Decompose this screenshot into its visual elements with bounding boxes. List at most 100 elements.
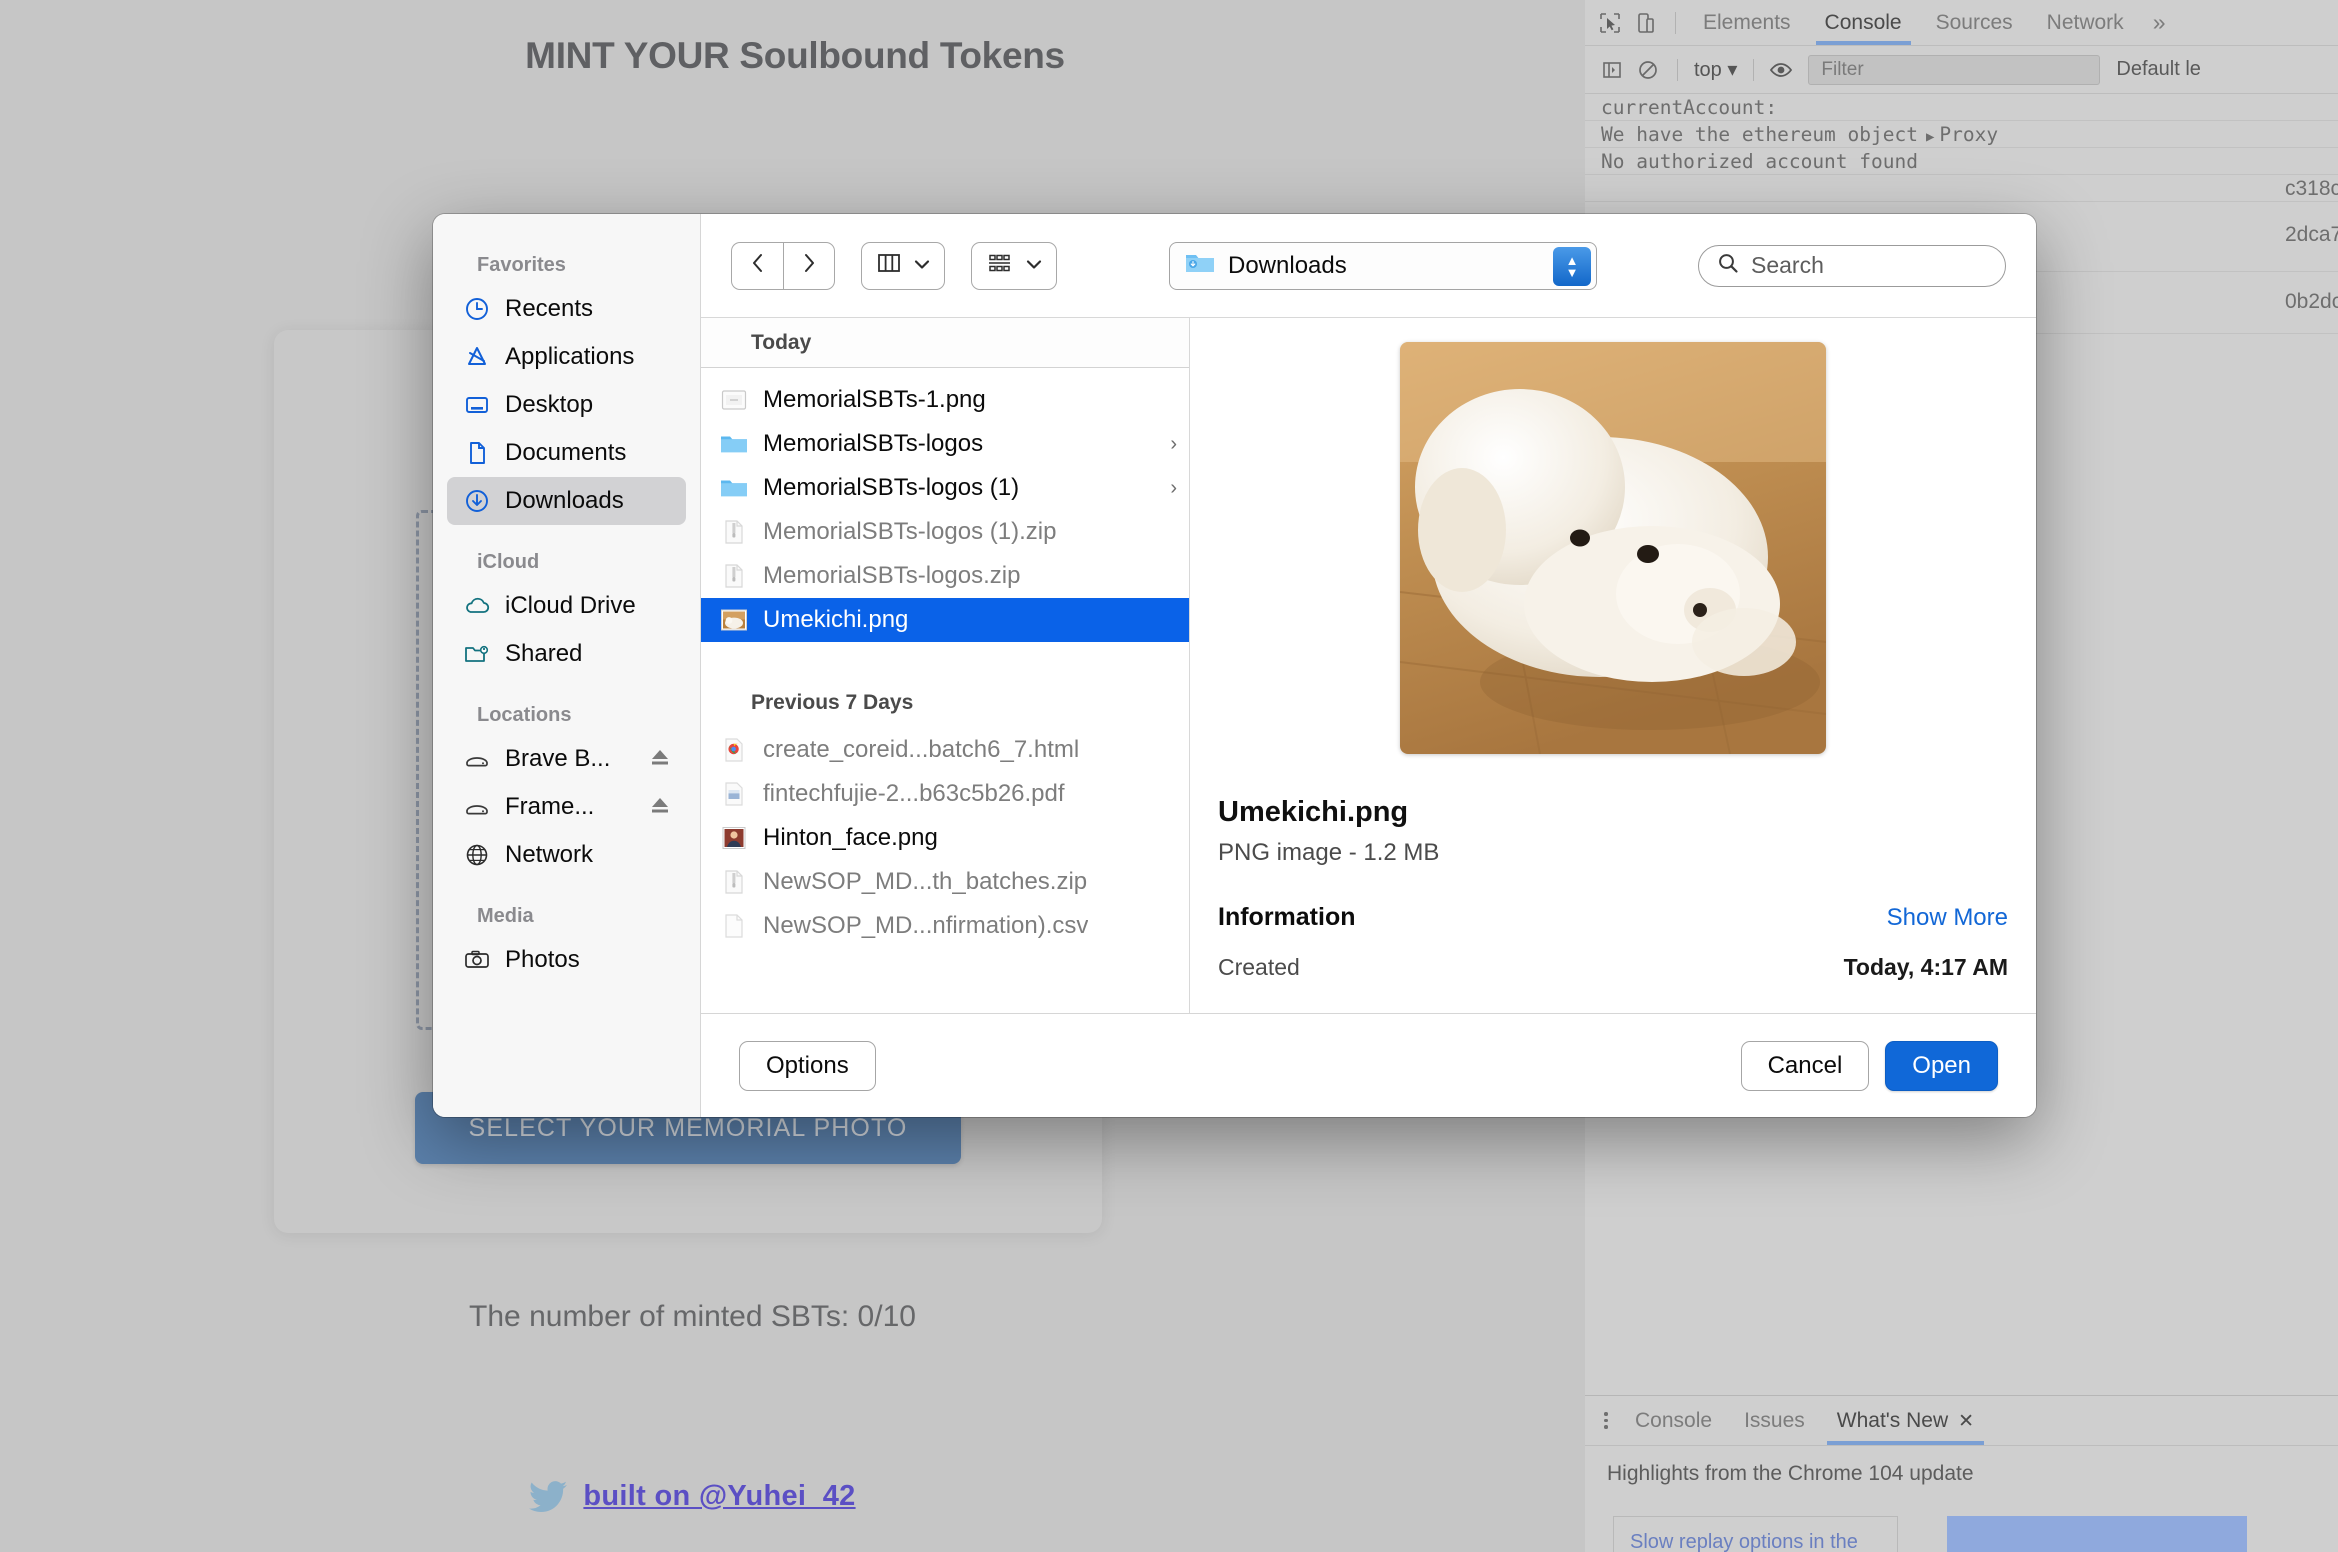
- navigation-segment: [731, 241, 835, 290]
- console-message-text: 0b2dca766c4452: [2285, 290, 2338, 313]
- file-name: create_coreid...batch6_7.html: [763, 736, 1080, 763]
- clear-console-icon[interactable]: [1631, 53, 1665, 87]
- devtools-tab-console[interactable]: Console: [1808, 0, 1919, 45]
- console-sidebar-icon[interactable]: [1595, 53, 1629, 87]
- sidebar-item-desktop[interactable]: Desktop: [447, 381, 686, 429]
- console-message-object[interactable]: Proxy: [1939, 123, 1998, 146]
- sidebar-item-network[interactable]: Network: [447, 831, 686, 879]
- close-icon[interactable]: ✕: [1958, 1411, 1974, 1432]
- sidebar-item-recents[interactable]: Recents: [447, 285, 686, 333]
- downloads-icon: [463, 487, 491, 515]
- file-list[interactable]: Today MemorialSBTs-1.png MemorialSBTs-lo…: [701, 318, 1190, 1013]
- file-name: fintechfujie-2...b63c5b26.pdf: [763, 780, 1065, 807]
- path-popup-button[interactable]: Downloads ▲ ▼: [1169, 241, 1597, 290]
- list-item[interactable]: Hinton_face.png: [701, 816, 1189, 860]
- whats-new-card-title: Slow replay options in the: [1630, 1531, 1858, 1552]
- console-log-levels[interactable]: Default le: [2116, 58, 2201, 81]
- sidebar-item-documents[interactable]: Documents: [447, 429, 686, 477]
- file-name: Umekichi.png: [763, 606, 909, 633]
- search-placeholder: Search: [1751, 252, 1824, 278]
- list-item[interactable]: Umekichi.png: [701, 598, 1189, 642]
- dialog-sidebar: Favorites Recents Applications Desktop D…: [433, 214, 701, 1117]
- cancel-button[interactable]: Cancel: [1740, 1040, 1870, 1091]
- desktop-icon: [463, 391, 491, 419]
- list-item[interactable]: NewSOP_MD...nfirmation).csv: [701, 904, 1189, 948]
- sidebar-item-label: Network: [505, 841, 594, 868]
- sidebar-group-favorites-title: Favorites: [477, 254, 566, 276]
- list-item[interactable]: MemorialSBTs-logos ›: [701, 422, 1189, 466]
- chevron-left-icon: [750, 252, 766, 279]
- toolbar-divider: [1675, 11, 1676, 34]
- whats-new-highlight: Highlights from the Chrome 104 update: [1607, 1462, 1974, 1485]
- list-item[interactable]: MemorialSBTs-logos.zip: [701, 554, 1189, 598]
- sidebar-item-frame[interactable]: Frame...: [447, 783, 686, 831]
- devtools-tab-elements[interactable]: Elements: [1686, 0, 1808, 45]
- devtools-tab-network[interactable]: Network: [2030, 0, 2141, 45]
- list-item[interactable]: MemorialSBTs-logos (1) ›: [701, 466, 1189, 510]
- open-button[interactable]: Open: [1885, 1040, 1998, 1091]
- chevron-right-icon: [801, 252, 817, 279]
- applications-icon: [463, 343, 491, 371]
- whats-new-card[interactable]: Slow replay options in the: [1613, 1516, 1898, 1552]
- sidebar-item-brave-browser[interactable]: Brave B...: [447, 735, 686, 783]
- device-toolbar-icon[interactable]: [1629, 6, 1663, 40]
- console-message-text: 2dca766c4452: [2285, 223, 2338, 246]
- chevron-right-icon[interactable]: ›: [1170, 433, 1177, 456]
- path-popup-label: Downloads: [1228, 251, 1347, 279]
- file-name: MemorialSBTs-logos.zip: [763, 562, 1021, 589]
- camera-icon: [463, 946, 491, 974]
- forward-button[interactable]: [783, 241, 835, 290]
- devtools-tab-sources[interactable]: Sources: [1919, 0, 2030, 45]
- archive-file-icon: [719, 561, 749, 591]
- drawer-tab-console[interactable]: Console: [1619, 1396, 1728, 1445]
- console-filter-bar: top ▾ Filter Default le: [1585, 46, 2338, 94]
- folder-icon: [719, 473, 749, 503]
- dialog-body: Today MemorialSBTs-1.png MemorialSBTs-lo…: [701, 318, 2036, 1013]
- cloud-icon: [463, 592, 491, 620]
- drawer-tab-issues[interactable]: Issues: [1728, 1396, 1821, 1445]
- list-item[interactable]: MemorialSBTs-logos (1).zip: [701, 510, 1189, 554]
- console-context-selector[interactable]: top ▾: [1688, 57, 1743, 82]
- drawer-tabbar: Console Issues What's New ✕: [1585, 1396, 2338, 1446]
- list-item[interactable]: fintechfujie-2...b63c5b26.pdf: [701, 772, 1189, 816]
- eject-icon[interactable]: [648, 746, 672, 773]
- options-button[interactable]: Options: [739, 1040, 876, 1091]
- sidebar-item-icloud-drive[interactable]: iCloud Drive: [447, 582, 686, 630]
- view-mode-button[interactable]: [861, 241, 945, 290]
- chevron-down-icon: [914, 257, 930, 275]
- drawer-tab-label: What's New: [1836, 1409, 1949, 1432]
- file-name: MemorialSBTs-logos (1).zip: [763, 518, 1057, 545]
- back-button[interactable]: [731, 241, 783, 290]
- live-expression-eye-icon[interactable]: [1764, 53, 1798, 87]
- cursor-inspect-icon[interactable]: [1593, 6, 1627, 40]
- list-item[interactable]: MemorialSBTs-1.png: [701, 378, 1189, 422]
- preview-filename: Umekichi.png: [1218, 796, 1409, 828]
- drawer-tab-whats-new[interactable]: What's New ✕: [1821, 1396, 1990, 1445]
- sidebar-item-downloads[interactable]: Downloads: [447, 477, 686, 525]
- devtools-more-tabs-icon[interactable]: »: [2141, 9, 2178, 36]
- search-input[interactable]: Search: [1698, 244, 2006, 287]
- path-stepper-icon[interactable]: ▲ ▼: [1553, 246, 1591, 286]
- eject-icon[interactable]: [648, 794, 672, 821]
- chevron-right-icon[interactable]: ›: [1170, 477, 1177, 500]
- file-name: NewSOP_MD...th_batches.zip: [763, 868, 1088, 895]
- context-label: top: [1694, 59, 1722, 81]
- sidebar-item-shared[interactable]: Shared: [447, 630, 686, 678]
- show-more-link[interactable]: Show More: [1887, 904, 2008, 932]
- console-message-text: We have the ethereum object: [1601, 123, 1918, 146]
- list-item[interactable]: NewSOP_MD...th_batches.zip: [701, 860, 1189, 904]
- drawer-menu-icon[interactable]: [1593, 1412, 1619, 1429]
- console-filter-input[interactable]: Filter: [1808, 54, 2101, 85]
- folder-icon: [719, 429, 749, 459]
- console-message-text: currentAccount:: [1601, 96, 1778, 119]
- twitter-profile-link[interactable]: built on @Yuhei_42: [583, 1480, 855, 1513]
- sidebar-item-photos[interactable]: Photos: [447, 936, 686, 984]
- group-by-button[interactable]: [971, 241, 1057, 290]
- expand-triangle-icon[interactable]: ▶: [1926, 128, 1934, 147]
- sidebar-item-applications[interactable]: Applications: [447, 333, 686, 381]
- minted-sbt-count: The number of minted SBTs: 0/10: [469, 1300, 916, 1333]
- portrait-photo-icon: [719, 823, 749, 853]
- preview-image: [1400, 342, 1826, 754]
- sidebar-item-label: Shared: [505, 640, 583, 667]
- list-item[interactable]: create_coreid...batch6_7.html: [701, 728, 1189, 772]
